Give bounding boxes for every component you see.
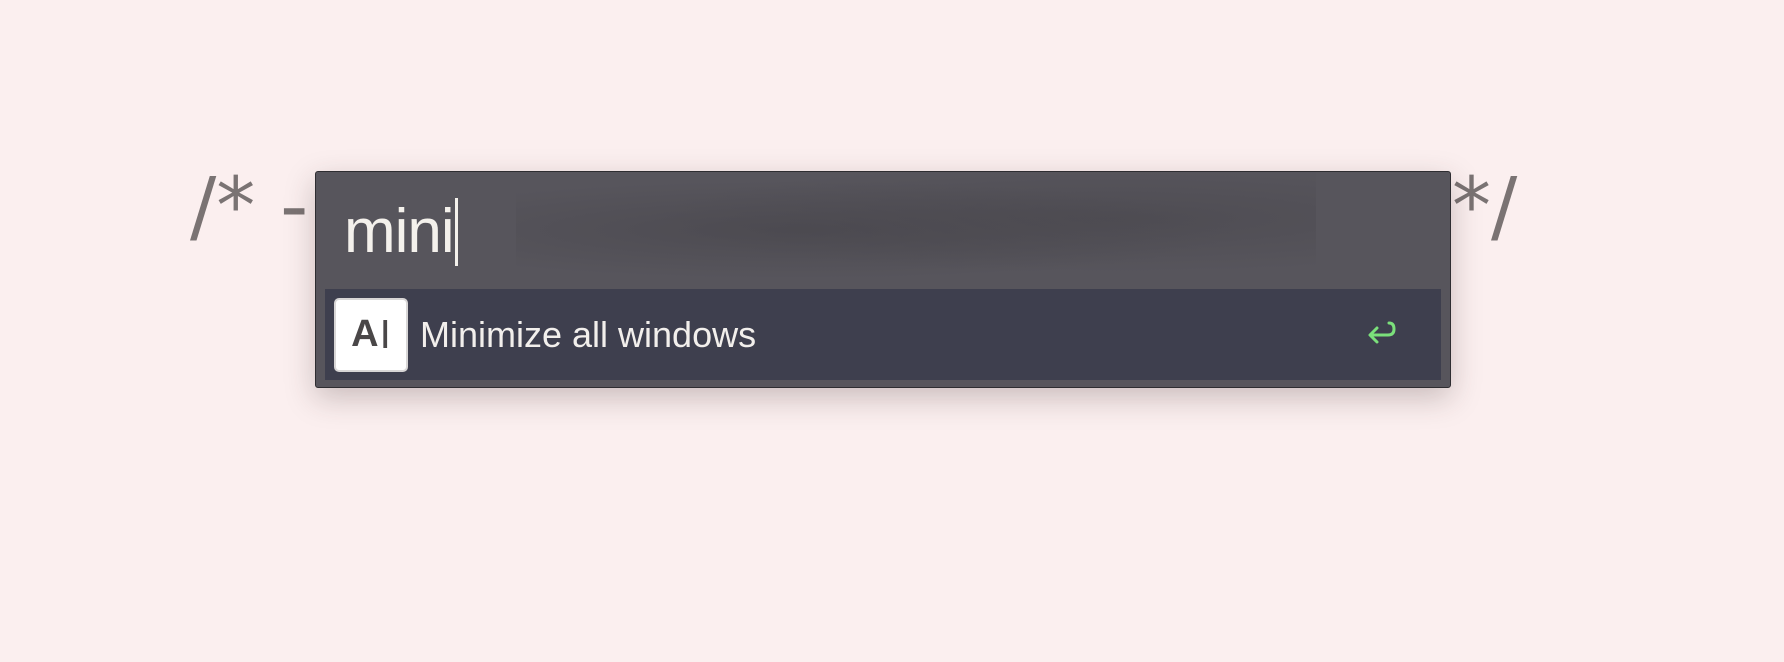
search-field[interactable]: mini: [316, 172, 1450, 288]
enter-return-icon: [1368, 321, 1396, 344]
icon-cursor: I: [379, 312, 391, 357]
result-item[interactable]: AI Minimize all windows: [325, 289, 1441, 380]
command-palette: mini AI Minimize all windows: [315, 171, 1451, 388]
icon-letter: A: [351, 313, 379, 355]
background-comment-left: /* -: [190, 162, 309, 252]
background-comment-right: */: [1452, 162, 1518, 252]
result-label: Minimize all windows: [420, 313, 757, 355]
search-query[interactable]: mini: [344, 201, 455, 263]
text-cursor-icon: AI: [334, 297, 408, 372]
text-caret: [454, 198, 458, 266]
